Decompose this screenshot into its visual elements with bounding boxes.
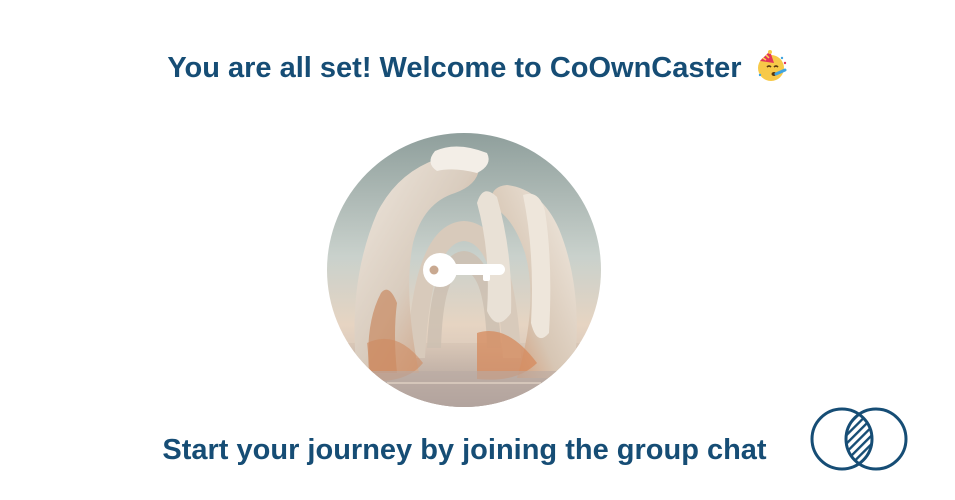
join-group-chat-text[interactable]: Start your journey by joining the group … [162,434,766,466]
onboarding-complete-page: You are all set! Welcome to CoOwnCaster [0,0,955,500]
overlapping-circles-logo-icon[interactable] [808,404,912,474]
party-face-icon [754,49,788,94]
welcome-heading-text: You are all set! Welcome to CoOwnCaster [167,52,742,84]
join-group-chat-prompt[interactable]: Start your journey by joining the group … [0,430,929,470]
hero-image [327,133,601,407]
welcome-heading: You are all set! Welcome to CoOwnCaster [0,48,955,94]
